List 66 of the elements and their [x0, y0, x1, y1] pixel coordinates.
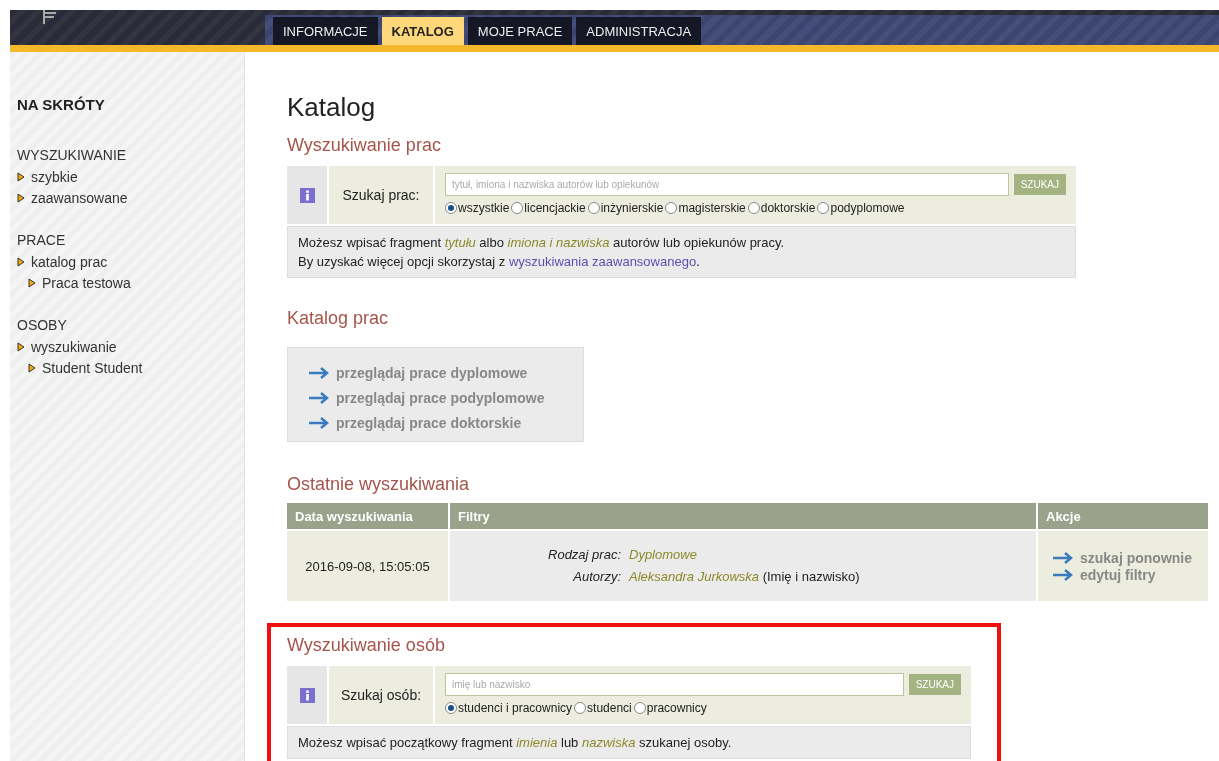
sidebar-link[interactable]: Praca testowa [42, 274, 131, 291]
radio-label: wszystkie [458, 201, 510, 215]
info-icon [299, 687, 315, 703]
bullet-icon [17, 341, 25, 352]
hint-text: Możesz wpisać początkowy fragment imienia lub nazwiska szukanej osoby. [298, 734, 733, 752]
hint-text: Możesz wpisać fragment tytułu albo imiona i nazwiska autorów lub opiekunów pracy. [298, 234, 786, 252]
filter-label: Rodzaj prac: [547, 546, 621, 564]
hint-text: By uzyskać więcej opcji skorzystaj z [298, 254, 507, 269]
section-heading: Katalog prac [287, 308, 390, 329]
radio-label: inżynierskie [600, 201, 664, 215]
nav-tab[interactable]: ADMINISTRACJA [576, 17, 702, 45]
column-header: Data wyszukiwania [287, 503, 448, 529]
filter-label: Autorzy: [572, 568, 621, 586]
sidebar-heading: OSOBY [17, 317, 68, 333]
column-header: Filtry [450, 503, 1036, 529]
radio-button[interactable] [445, 702, 457, 714]
radio-button[interactable] [445, 202, 457, 214]
radio-label: magisterskie [678, 201, 746, 215]
arrow-icon [1052, 551, 1074, 564]
arrow-icon [1052, 568, 1074, 581]
date-cell: 2016-09-08, 15:05:05 [287, 531, 448, 601]
search-field[interactable]: tytuł, imiona i nazwiska autorów lub opiekunów [445, 173, 1009, 196]
radio-label: podyplomowe [830, 201, 905, 215]
radio-button[interactable] [817, 202, 830, 214]
radio-button[interactable] [574, 702, 587, 714]
section-heading: Wyszukiwanie prac [287, 135, 442, 156]
radio-label: doktorskie [760, 201, 816, 215]
section-heading: Ostatnie wyszukiwania [287, 474, 471, 495]
search-field[interactable]: imię lub nazwisko [445, 673, 904, 696]
radio-button[interactable] [633, 702, 646, 714]
search-label: Szukaj prac: [329, 166, 433, 224]
filter-value: Dyplomowe [629, 546, 698, 564]
arrow-icon [308, 391, 330, 404]
radio-label: studenci [587, 701, 632, 715]
column-header: Akcje [1038, 503, 1208, 529]
sidebar-link[interactable]: katalog prac [31, 253, 108, 270]
hint-text: . [696, 254, 700, 269]
bullet-icon [17, 171, 25, 182]
sidebar-heading: PRACE [17, 232, 67, 248]
section-heading: Wyszukiwanie osób [287, 635, 446, 656]
search-label: Szukaj osób: [329, 666, 433, 724]
sidebar-link[interactable]: Student Student [42, 359, 143, 376]
sidebar-link[interactable]: zaawansowane [31, 189, 128, 206]
radio-label: licencjackie [524, 201, 586, 215]
info-icon [299, 187, 315, 203]
page-title: Katalog [287, 92, 377, 123]
radio-label: pracownicy [646, 701, 707, 715]
radio-label: studenci i pracownicy [458, 701, 573, 715]
radio-button[interactable] [747, 202, 760, 214]
filter-value: Aleksandra Jurkowska (Imię i nazwisko) [629, 568, 861, 586]
bullet-icon [28, 362, 36, 373]
bullet-icon [28, 277, 36, 288]
radio-button[interactable] [665, 202, 678, 214]
arrow-icon [308, 416, 330, 429]
bullet-icon [17, 192, 25, 203]
radio-button[interactable] [587, 202, 600, 214]
nav-tab[interactable]: INFORMACJE [273, 17, 378, 45]
sidebar-link[interactable]: wyszukiwanie [31, 338, 117, 355]
nav-tab[interactable]: KATALOG [381, 17, 464, 45]
nav-tab[interactable]: MOJE PRACE [467, 17, 573, 45]
sidebar-link[interactable]: szybkie [31, 168, 78, 185]
sidebar-title: NA SKRÓTY [17, 96, 106, 113]
bullet-icon [17, 256, 25, 267]
sidebar-heading: WYSZUKIWANIE [17, 147, 128, 163]
radio-button[interactable] [511, 202, 524, 214]
arrow-icon [308, 366, 330, 379]
